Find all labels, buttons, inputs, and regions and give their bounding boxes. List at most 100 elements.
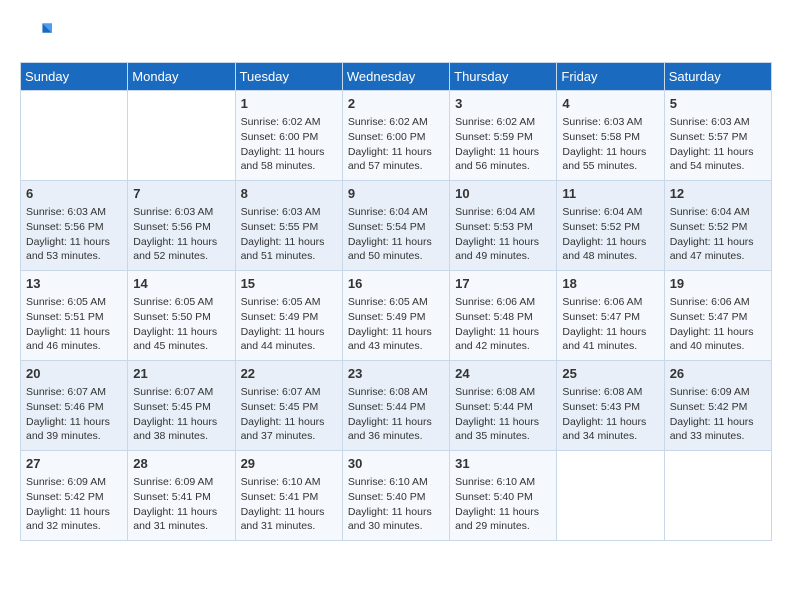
day-number: 2 [348,95,444,113]
logo [20,20,54,52]
day-number: 26 [670,365,766,383]
calendar-cell: 30 Sunrise: 6:10 AMSunset: 5:40 PMDayligh… [342,451,449,541]
day-number: 14 [133,275,229,293]
calendar-cell: 9Sunrise: 6:04 AMSunset: 5:54 PMDaylight… [342,181,449,271]
day-number: 1 [241,95,337,113]
weekday-header-cell: Monday [128,63,235,91]
calendar-week-row: 27 Sunrise: 6:09 AMSunset: 5:42 PMDayligh… [21,451,772,541]
calendar-cell: 5Sunrise: 6:03 AMSunset: 5:57 PMDaylight… [664,91,771,181]
day-number: 17 [455,275,551,293]
day-info: Sunrise: 6:10 AMSunset: 5:40 PMDaylight:… [455,475,551,534]
day-number: 7 [133,185,229,203]
day-number: 9 [348,185,444,203]
calendar-cell: 6Sunrise: 6:03 AMSunset: 5:56 PMDaylight… [21,181,128,271]
calendar-cell: 8Sunrise: 6:03 AMSunset: 5:55 PMDaylight… [235,181,342,271]
calendar-cell [128,91,235,181]
calendar-cell: 24 Sunrise: 6:08 AMSunset: 5:44 PMDayligh… [450,361,557,451]
calendar-cell [664,451,771,541]
day-info: Sunrise: 6:03 AMSunset: 5:57 PMDaylight:… [670,115,766,174]
day-number: 13 [26,275,122,293]
weekday-header-cell: Thursday [450,63,557,91]
calendar-cell: 12 Sunrise: 6:04 AMSunset: 5:52 PMDayligh… [664,181,771,271]
logo-icon [20,20,52,52]
day-info: Sunrise: 6:09 AMSunset: 5:42 PMDaylight:… [670,385,766,444]
day-info: Sunrise: 6:07 AMSunset: 5:45 PMDaylight:… [133,385,229,444]
calendar-cell [21,91,128,181]
day-number: 11 [562,185,658,203]
calendar-week-row: 13 Sunrise: 6:05 AMSunset: 5:51 PMDayligh… [21,271,772,361]
calendar-cell: 23 Sunrise: 6:08 AMSunset: 5:44 PMDayligh… [342,361,449,451]
calendar-cell: 26 Sunrise: 6:09 AMSunset: 5:42 PMDayligh… [664,361,771,451]
calendar-cell: 31 Sunrise: 6:10 AMSunset: 5:40 PMDayligh… [450,451,557,541]
day-number: 18 [562,275,658,293]
calendar-week-row: 20Sunrise: 6:07 AMSunset: 5:46 PMDayligh… [21,361,772,451]
calendar-cell: 18 Sunrise: 6:06 AMSunset: 5:47 PMDayligh… [557,271,664,361]
day-info: Sunrise: 6:06 AMSunset: 5:48 PMDaylight:… [455,295,551,354]
day-number: 30 [348,455,444,473]
page-header [20,20,772,52]
calendar-cell: 28 Sunrise: 6:09 AMSunset: 5:41 PMDayligh… [128,451,235,541]
calendar-cell: 10 Sunrise: 6:04 AMSunset: 5:53 PMDayligh… [450,181,557,271]
day-number: 15 [241,275,337,293]
day-number: 4 [562,95,658,113]
day-number: 25 [562,365,658,383]
day-number: 3 [455,95,551,113]
calendar-cell: 1 Sunrise: 6:02 AMSunset: 6:00 PMDaylight… [235,91,342,181]
day-info: Sunrise: 6:03 AMSunset: 5:56 PMDaylight:… [133,205,229,264]
day-info: Sunrise: 6:04 AMSunset: 5:53 PMDaylight:… [455,205,551,264]
day-number: 23 [348,365,444,383]
calendar-cell: 7 Sunrise: 6:03 AMSunset: 5:56 PMDaylight… [128,181,235,271]
calendar-body: 1 Sunrise: 6:02 AMSunset: 6:00 PMDaylight… [21,91,772,541]
weekday-header-cell: Friday [557,63,664,91]
calendar-cell: 16 Sunrise: 6:05 AMSunset: 5:49 PMDayligh… [342,271,449,361]
day-info: Sunrise: 6:04 AMSunset: 5:52 PMDaylight:… [670,205,766,264]
day-number: 21 [133,365,229,383]
calendar-table: SundayMondayTuesdayWednesdayThursdayFrid… [20,62,772,541]
day-number: 24 [455,365,551,383]
day-info: Sunrise: 6:06 AMSunset: 5:47 PMDaylight:… [670,295,766,354]
day-number: 16 [348,275,444,293]
day-info: Sunrise: 6:09 AMSunset: 5:42 PMDaylight:… [26,475,122,534]
day-info: Sunrise: 6:02 AMSunset: 6:00 PMDaylight:… [241,115,337,174]
day-info: Sunrise: 6:04 AMSunset: 5:52 PMDaylight:… [562,205,658,264]
calendar-cell: 11 Sunrise: 6:04 AMSunset: 5:52 PMDayligh… [557,181,664,271]
day-info: Sunrise: 6:06 AMSunset: 5:47 PMDaylight:… [562,295,658,354]
day-info: Sunrise: 6:08 AMSunset: 5:44 PMDaylight:… [348,385,444,444]
day-info: Sunrise: 6:02 AMSunset: 6:00 PMDaylight:… [348,115,444,174]
calendar-cell: 2 Sunrise: 6:02 AMSunset: 6:00 PMDaylight… [342,91,449,181]
day-info: Sunrise: 6:05 AMSunset: 5:49 PMDaylight:… [241,295,337,354]
day-number: 10 [455,185,551,203]
day-number: 12 [670,185,766,203]
calendar-cell: 25 Sunrise: 6:08 AMSunset: 5:43 PMDayligh… [557,361,664,451]
calendar-cell [557,451,664,541]
day-info: Sunrise: 6:10 AMSunset: 5:40 PMDaylight:… [348,475,444,534]
calendar-cell: 14 Sunrise: 6:05 AMSunset: 5:50 PMDayligh… [128,271,235,361]
weekday-header-cell: Saturday [664,63,771,91]
day-number: 28 [133,455,229,473]
calendar-cell: 13 Sunrise: 6:05 AMSunset: 5:51 PMDayligh… [21,271,128,361]
day-info: Sunrise: 6:10 AMSunset: 5:41 PMDaylight:… [241,475,337,534]
calendar-cell: 29 Sunrise: 6:10 AMSunset: 5:41 PMDayligh… [235,451,342,541]
day-info: Sunrise: 6:05 AMSunset: 5:49 PMDaylight:… [348,295,444,354]
day-info: Sunrise: 6:03 AMSunset: 5:58 PMDaylight:… [562,115,658,174]
day-number: 31 [455,455,551,473]
day-number: 6 [26,185,122,203]
day-info: Sunrise: 6:05 AMSunset: 5:50 PMDaylight:… [133,295,229,354]
day-number: 29 [241,455,337,473]
weekday-header-row: SundayMondayTuesdayWednesdayThursdayFrid… [21,63,772,91]
day-info: Sunrise: 6:07 AMSunset: 5:45 PMDaylight:… [241,385,337,444]
day-number: 20 [26,365,122,383]
weekday-header-cell: Sunday [21,63,128,91]
day-number: 22 [241,365,337,383]
calendar-cell: 3 Sunrise: 6:02 AMSunset: 5:59 PMDaylight… [450,91,557,181]
day-info: Sunrise: 6:02 AMSunset: 5:59 PMDaylight:… [455,115,551,174]
weekday-header-cell: Tuesday [235,63,342,91]
calendar-cell: 17 Sunrise: 6:06 AMSunset: 5:48 PMDayligh… [450,271,557,361]
day-info: Sunrise: 6:08 AMSunset: 5:44 PMDaylight:… [455,385,551,444]
calendar-week-row: 1 Sunrise: 6:02 AMSunset: 6:00 PMDaylight… [21,91,772,181]
calendar-cell: 19Sunrise: 6:06 AMSunset: 5:47 PMDayligh… [664,271,771,361]
day-info: Sunrise: 6:05 AMSunset: 5:51 PMDaylight:… [26,295,122,354]
day-info: Sunrise: 6:09 AMSunset: 5:41 PMDaylight:… [133,475,229,534]
day-number: 27 [26,455,122,473]
day-info: Sunrise: 6:08 AMSunset: 5:43 PMDaylight:… [562,385,658,444]
